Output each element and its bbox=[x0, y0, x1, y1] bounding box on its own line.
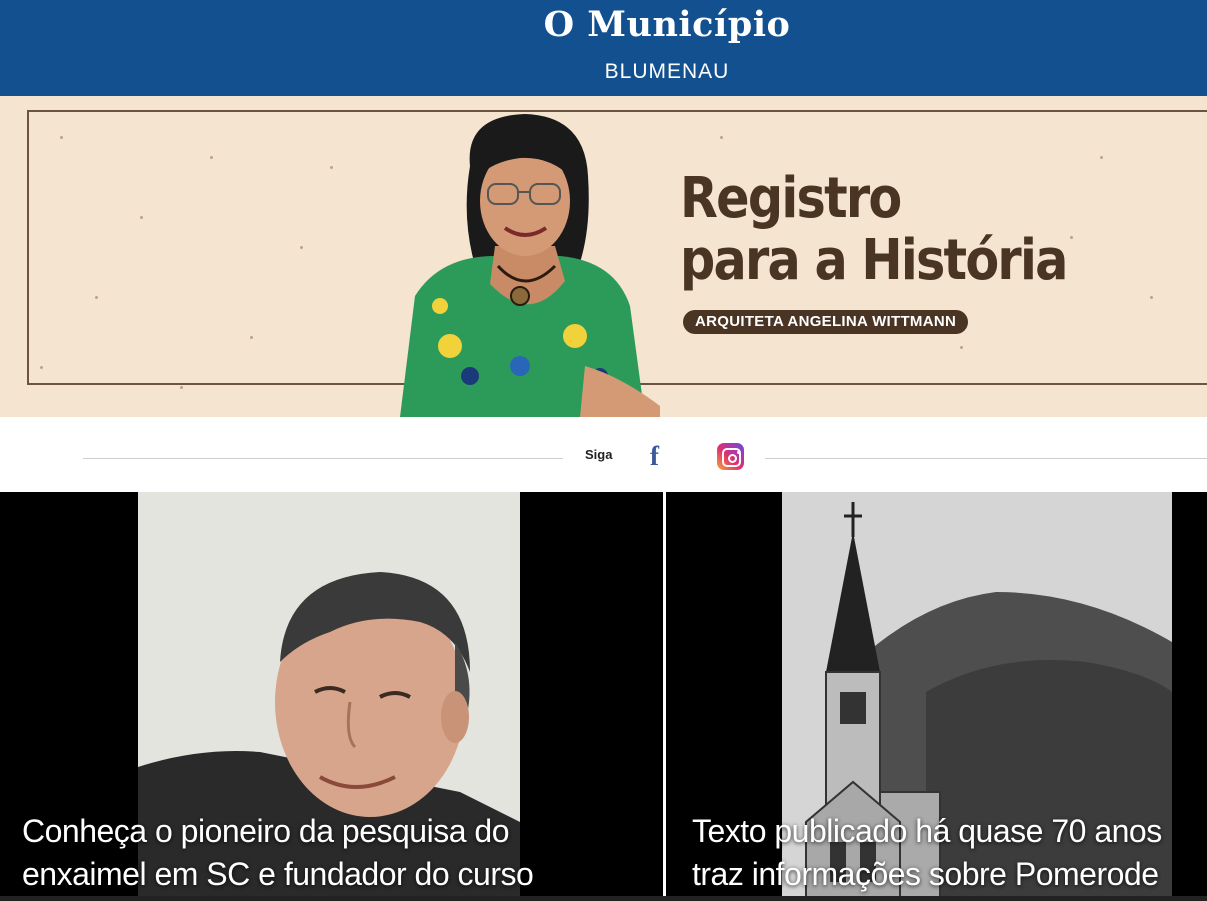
author-tag: ARQUITETA ANGELINA WITTMANN bbox=[683, 310, 969, 334]
column-banner[interactable]: Registro para a História ARQUITETA ANGEL… bbox=[0, 96, 1207, 417]
article-card[interactable]: Texto publicado há quase 70 anos traz in… bbox=[666, 492, 1207, 901]
follow-label: Siga bbox=[585, 447, 613, 462]
follow-rule-right bbox=[765, 458, 1207, 459]
social-follow-bar: Siga f bbox=[0, 417, 1207, 492]
bottom-strip bbox=[0, 896, 1207, 901]
instagram-icon[interactable] bbox=[717, 443, 744, 470]
banner-title: Registro para a História bbox=[680, 166, 1068, 293]
site-header: O Município BLUMENAU bbox=[0, 0, 1207, 96]
site-city-edition[interactable]: BLUMENAU bbox=[0, 60, 1207, 84]
author-portrait bbox=[400, 114, 660, 417]
article-title[interactable]: Conheça o pioneiro da pesquisa do enxaim… bbox=[22, 810, 534, 896]
facebook-icon[interactable]: f bbox=[650, 441, 659, 471]
follow-rule-left bbox=[83, 458, 563, 459]
article-card[interactable]: Conheça o pioneiro da pesquisa do enxaim… bbox=[0, 492, 663, 901]
site-logo[interactable]: O Município bbox=[0, 4, 1207, 45]
article-title[interactable]: Texto publicado há quase 70 anos traz in… bbox=[692, 810, 1162, 896]
